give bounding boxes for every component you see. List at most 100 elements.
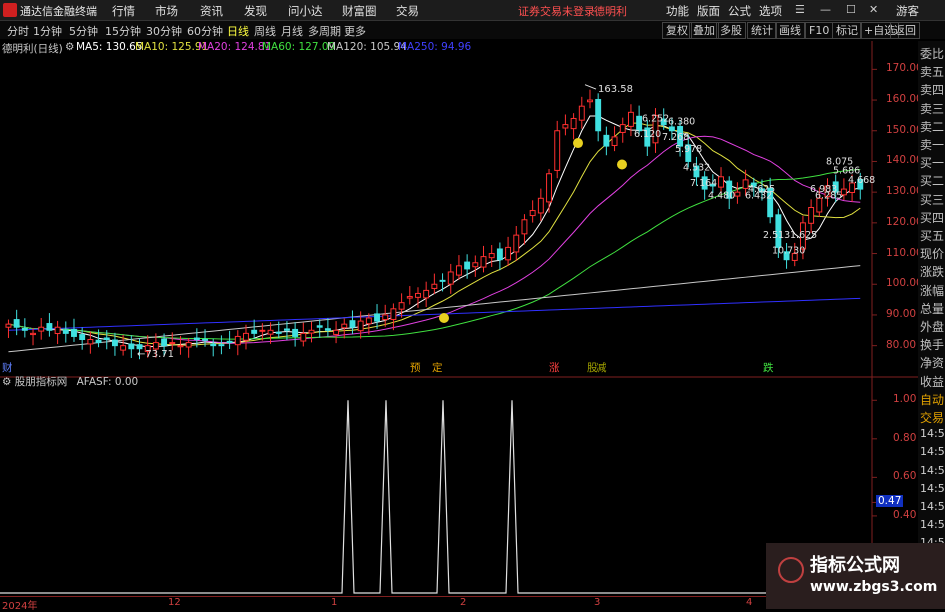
candle-body [71,328,77,337]
candle-body [341,323,348,329]
overlay-button[interactable]: 叠加 [689,22,719,39]
tab-period-weekly[interactable]: 周线 [254,23,276,39]
side-panel-item[interactable]: 交易 [920,409,945,426]
side-panel-item[interactable]: 买三 [920,191,945,208]
moving-average-line [8,135,861,344]
menu-options[interactable]: 选项 [759,3,782,19]
side-panel-item[interactable]: 委比 [920,45,945,62]
indicator-settings-icon[interactable]: ⚙ [2,376,11,388]
close-icon[interactable]: ✕ [869,3,878,16]
menu-news[interactable]: 资讯 [200,3,223,19]
side-panel-item[interactable]: 换手 [920,336,945,353]
event-marker[interactable]: 财 [2,360,13,375]
adjust-button[interactable]: 复权 [662,22,692,39]
candle-body [333,329,340,335]
menu-wealth[interactable]: 财富圈 [342,3,377,19]
smiley-icon [439,313,449,324]
candle-body [406,296,413,299]
tab-period-60min[interactable]: 60分钟 [187,23,223,39]
maximize-icon[interactable]: ☐ [846,3,856,16]
candle-body [537,197,544,214]
back-button[interactable]: 返回 [890,22,920,39]
tab-period-monthly[interactable]: 月线 [281,23,303,39]
menu-wenxiaoda[interactable]: 问小达 [288,3,323,19]
tab-period-15min[interactable]: 15分钟 [105,23,141,39]
side-panel-item[interactable]: 买五 [920,227,945,244]
candle-body [587,99,593,103]
draw-button[interactable]: 画线 [775,22,805,39]
date-label: 2024年 [2,601,38,612]
login-status[interactable]: 证券交易未登录 [518,3,595,19]
side-panel-item[interactable]: 14:56 [920,445,945,458]
menu-functions[interactable]: 功能 [666,3,689,19]
side-panel-item[interactable]: 卖二 [920,118,945,135]
tab-period-intraday[interactable]: 分时 [7,23,29,39]
mark-button[interactable]: 标记 [832,22,862,39]
side-panel-item[interactable]: 卖四 [920,81,945,98]
watermark-title: 指标公式网 [810,555,900,576]
side-panel-item[interactable]: 14:56 [920,500,945,513]
tab-more[interactable]: 更多 [344,23,366,39]
side-panel-item[interactable]: 收益 [920,373,945,390]
candle-body [398,302,405,310]
side-panel-item[interactable]: 现价 [920,245,945,262]
candle-body [218,344,225,347]
side-panel-item[interactable]: 净资 [920,354,945,371]
menu-discover[interactable]: 发现 [244,3,267,19]
indicator-header: ⚙ 股朋指标网 AFASF: 0.00 [2,374,138,389]
side-panel-item[interactable]: 涨幅 [920,282,945,299]
menu-formula[interactable]: 公式 [728,3,751,19]
side-panel-item[interactable]: 买二 [920,172,945,189]
side-panel-item[interactable]: 买四 [920,209,945,226]
candle-body [627,111,634,127]
candle-body [423,289,430,299]
side-panel-item[interactable]: 14:56 [920,482,945,495]
candlestick-chart[interactable]: 163.58 ←73.71 6.2526.380 6.120 7.2685.978 4.5… [0,41,918,596]
side-panel-item[interactable]: 卖五 [920,63,945,80]
moving-average-line [8,122,861,346]
event-marker[interactable]: 涨 [549,360,560,375]
tab-period-daily[interactable]: 日线 [227,23,249,39]
candle-body [13,319,20,328]
candle-body [365,317,372,325]
candle-body [349,320,356,328]
candle-body [390,308,397,320]
menu-market[interactable]: 市场 [155,3,178,19]
candle-body [169,342,176,345]
minimize-icon[interactable]: — [820,3,831,16]
tab-multi-period[interactable]: 多周期 [308,23,341,39]
side-panel-item[interactable]: 14:56 [920,427,945,440]
side-panel-item[interactable]: 卖三 [920,100,945,117]
candle-body [79,334,86,341]
menu-icon[interactable]: ☰ [795,3,805,16]
candle-body [292,328,299,337]
tab-period-5min[interactable]: 5分钟 [69,23,98,39]
watermark: 指标公式网 www.zbgs3.com [766,543,945,609]
stats-button[interactable]: 统计 [747,22,777,39]
tab-period-1min[interactable]: 1分钟 [33,23,62,39]
signal-label: 10.730 [772,246,805,257]
indicator-tick-label: 0.80 [893,431,917,444]
candle-body [62,329,69,334]
candle-body [120,345,127,351]
event-marker[interactable]: 减 [596,360,607,375]
f10-button[interactable]: F10 [805,22,834,39]
side-panel-item[interactable]: 买一 [920,154,945,171]
menu-quotes[interactable]: 行情 [112,3,135,19]
indicator-tick-label: 0.47 [876,495,904,508]
tab-period-30min[interactable]: 30分钟 [146,23,182,39]
side-panel-item[interactable]: 卖一 [920,136,945,153]
multi-stock-button[interactable]: 多股 [716,22,746,39]
event-marker[interactable]: 跌 [763,360,774,375]
side-panel-item[interactable]: 总量 [920,300,945,317]
side-panel-item[interactable]: 自动 [920,391,945,408]
user-label[interactable]: 游客 [896,3,919,19]
side-panel-item[interactable]: 涨跌 [920,263,945,280]
menu-trade[interactable]: 交易 [396,3,419,19]
event-marker[interactable]: 预 [410,360,421,375]
event-marker[interactable]: 定 [432,360,443,375]
side-panel-item[interactable]: 14:56 [920,518,945,531]
menu-layout[interactable]: 版面 [697,3,720,19]
side-panel-item[interactable]: 外盘 [920,318,945,335]
side-panel-item[interactable]: 14:56 [920,464,945,477]
